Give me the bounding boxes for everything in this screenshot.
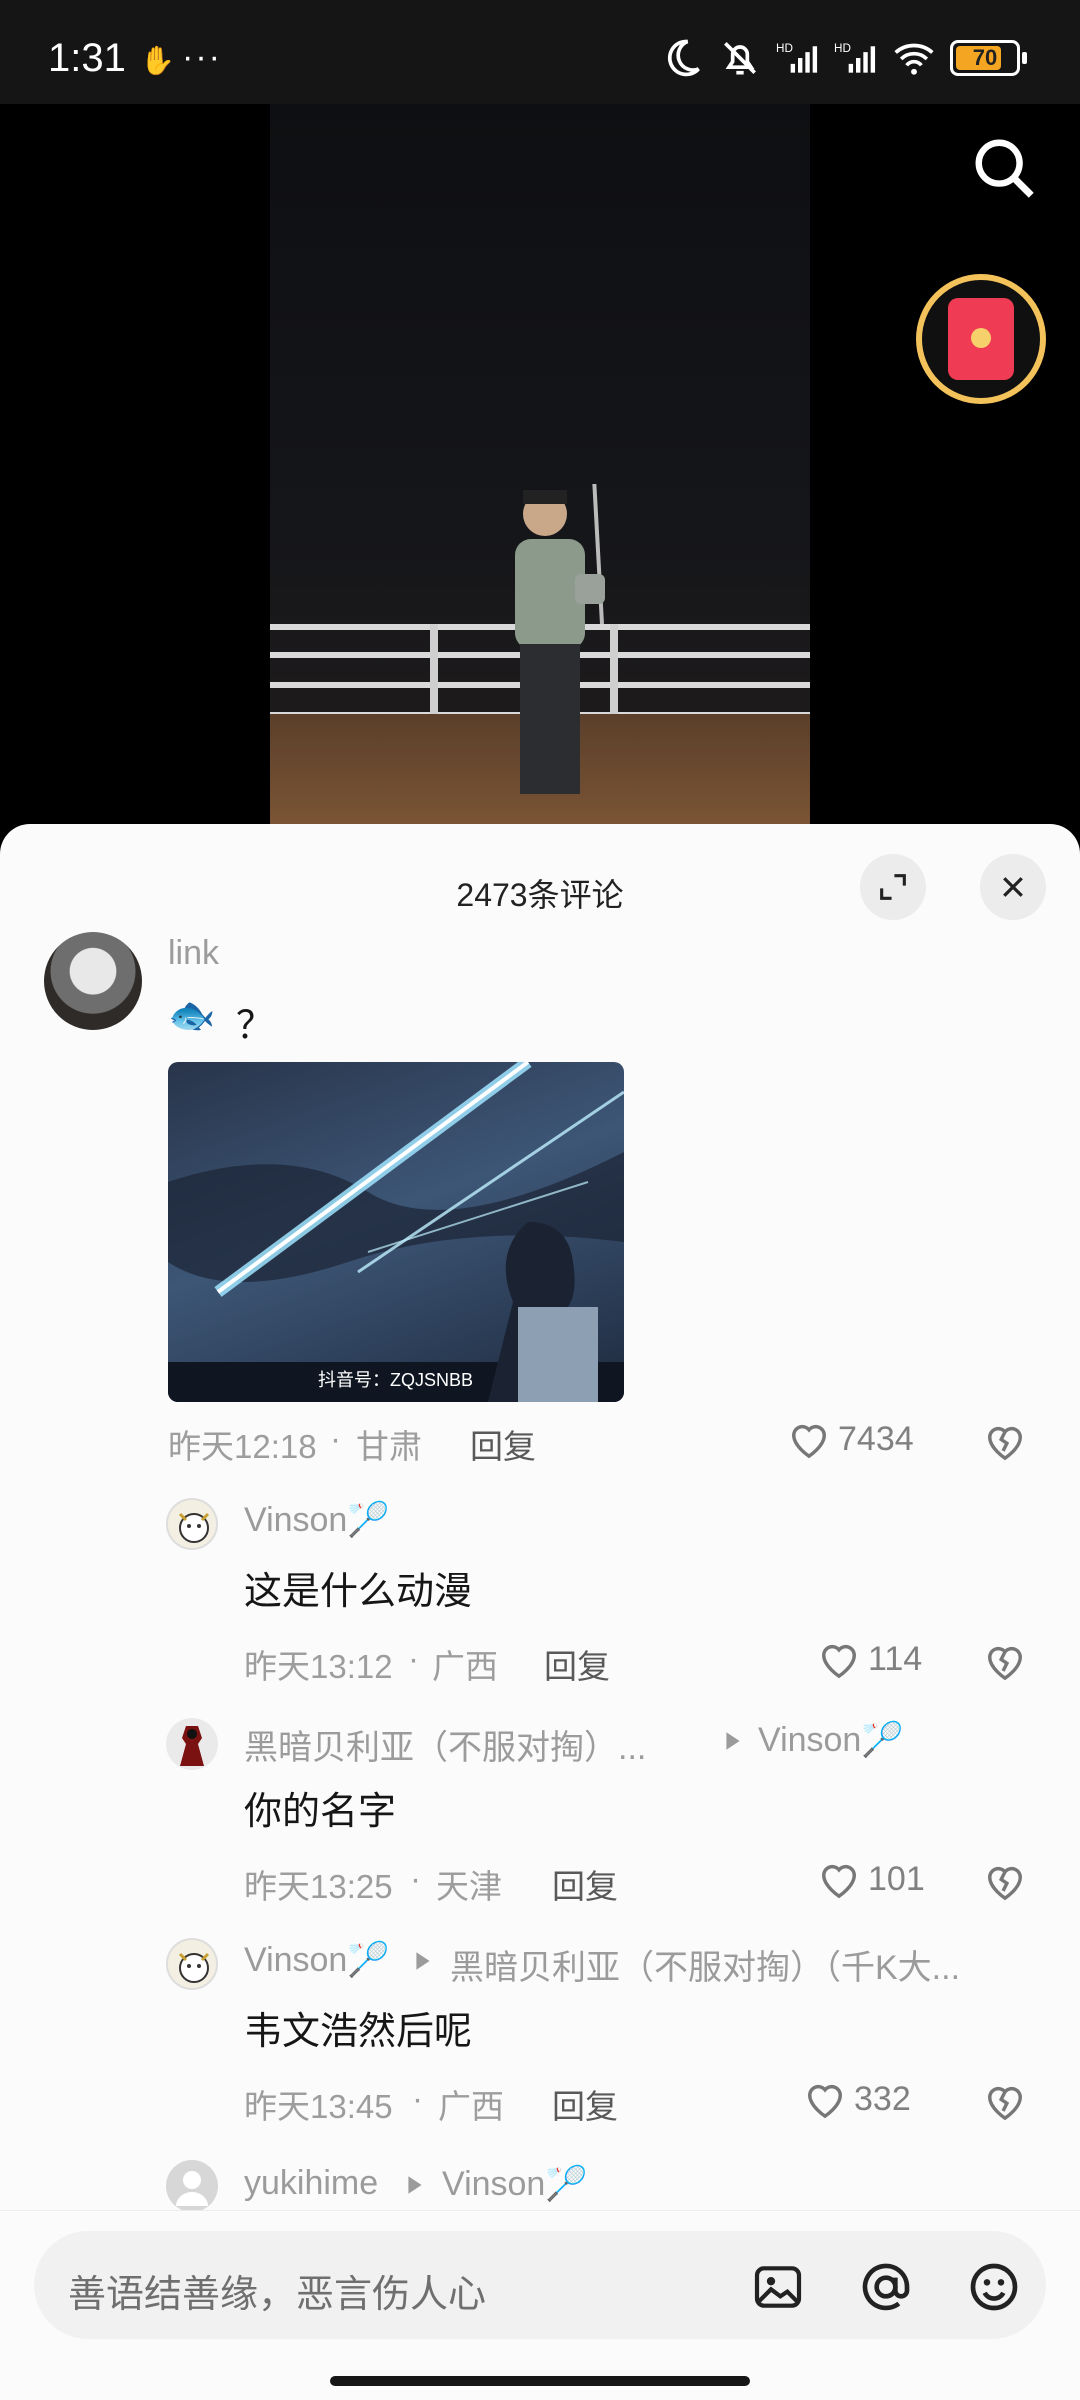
comment-time: 昨天12:18 bbox=[168, 1428, 317, 1465]
more-notifications-icon: ··· bbox=[182, 38, 222, 76]
comment-text: 你的名字 bbox=[244, 1791, 397, 1833]
meta-separator: · bbox=[410, 1860, 421, 1897]
heart-icon bbox=[822, 1864, 856, 1899]
anime-scene bbox=[168, 1062, 624, 1402]
heart-icon bbox=[822, 1644, 856, 1679]
like-button[interactable]: 114 bbox=[816, 1638, 922, 1680]
signal-hd-icon: HD bbox=[776, 42, 818, 73]
meta-separator: · bbox=[408, 1640, 419, 1677]
moon-icon bbox=[667, 39, 700, 77]
character-avatar bbox=[180, 1726, 204, 1766]
comments-sheet: 2473条评论 link 🐟 ？ 抖音号：ZQJSNBB 昨天12:18 · 甘… bbox=[0, 824, 1080, 2400]
video-player[interactable] bbox=[0, 104, 1080, 824]
home-indicator[interactable] bbox=[330, 2376, 750, 2386]
comment-text: 这是什么动漫 bbox=[244, 1571, 473, 1613]
svg-text:HD: HD bbox=[776, 42, 793, 55]
comment-location: 甘肃 bbox=[356, 1428, 422, 1465]
cartoon-avatar bbox=[178, 1952, 210, 1983]
like-button[interactable]: 332 bbox=[802, 2078, 911, 2120]
like-count: 101 bbox=[868, 1859, 925, 1898]
status-icons: HD HD 70 bbox=[660, 36, 1027, 80]
hand-icon: ✋ bbox=[140, 45, 175, 76]
broken-heart-icon[interactable] bbox=[982, 1860, 1028, 1902]
like-count: 114 bbox=[868, 1639, 923, 1678]
comment-username[interactable]: link bbox=[168, 934, 219, 973]
like-button[interactable]: 101 bbox=[816, 1858, 925, 1900]
reply-button[interactable]: 回复 bbox=[544, 1640, 610, 1688]
comment-input-bar: 善语结善缘，恶言伤人心 bbox=[0, 2210, 1080, 2400]
wifi-icon bbox=[894, 43, 934, 75]
like-button[interactable]: 7434 bbox=[786, 1418, 914, 1460]
comment-time: 昨天13:45 bbox=[244, 2088, 393, 2125]
bell-off-icon bbox=[724, 42, 756, 75]
image-icon[interactable] bbox=[750, 2259, 806, 2315]
reply-arrow-icon bbox=[726, 1732, 740, 1750]
comment-username[interactable]: Vinson🏸 bbox=[244, 1500, 390, 1540]
video-frame[interactable] bbox=[270, 104, 810, 824]
red-envelope-button[interactable] bbox=[916, 274, 1046, 404]
avatar[interactable] bbox=[166, 2160, 218, 2210]
comment-text: ？ bbox=[236, 1005, 275, 1047]
status-bar: 1:31 ✋ ··· HD HD 70 bbox=[0, 0, 1080, 104]
at-icon[interactable] bbox=[858, 2259, 914, 2315]
reply-to-username[interactable]: Vinson🏸 bbox=[442, 2164, 588, 2204]
comment-input[interactable]: 善语结善缘，恶言伤人心 bbox=[34, 2231, 1046, 2339]
meta-separator: · bbox=[330, 1420, 341, 1457]
signal-hd-icon: HD bbox=[834, 42, 876, 73]
search-icon[interactable] bbox=[970, 134, 1040, 204]
expand-icon bbox=[880, 874, 906, 900]
comment-input-placeholder: 善语结善缘，恶言伤人心 bbox=[68, 2274, 487, 2316]
comment-location: 广西 bbox=[432, 1648, 498, 1685]
reply-to-username[interactable]: Vinson🏸 bbox=[758, 1720, 904, 1760]
like-count: 332 bbox=[854, 2079, 911, 2118]
like-count: 7434 bbox=[838, 1419, 914, 1458]
cartoon-avatar bbox=[178, 1512, 210, 1543]
avatar[interactable] bbox=[166, 1718, 218, 1770]
status-time: 1:31 bbox=[48, 36, 126, 80]
fish-emoji: 🐟 bbox=[168, 995, 216, 1037]
broken-heart-icon[interactable] bbox=[982, 1640, 1028, 1682]
reply-button[interactable]: 回复 bbox=[470, 1420, 536, 1468]
comment-username[interactable]: 黑暗贝利亚（不服对掏）... bbox=[244, 1720, 646, 1769]
comment-username[interactable]: yukihime bbox=[244, 2164, 378, 2203]
comment-location: 广西 bbox=[438, 2088, 504, 2125]
broken-heart-icon[interactable] bbox=[982, 2080, 1028, 2122]
default-avatar-icon bbox=[176, 2171, 208, 2206]
close-button[interactable] bbox=[980, 854, 1046, 920]
reply-button[interactable]: 回复 bbox=[552, 1860, 618, 1908]
comment-location: 天津 bbox=[436, 1868, 502, 1905]
reply-button[interactable]: 回复 bbox=[552, 2080, 618, 2128]
reply-to-username[interactable]: 黑暗贝利亚（不服对掏）（千K大... bbox=[450, 1940, 960, 1989]
comment-time: 昨天13:12 bbox=[244, 1648, 393, 1685]
close-icon bbox=[1003, 877, 1023, 897]
battery-level: 70 bbox=[972, 45, 998, 70]
red-envelope-icon bbox=[948, 298, 1014, 380]
battery-icon: 70 bbox=[950, 40, 1027, 76]
meta-separator: · bbox=[412, 2080, 423, 2117]
comment-username[interactable]: Vinson🏸 bbox=[244, 1940, 390, 1980]
comment-time: 昨天13:25 bbox=[244, 1868, 393, 1905]
avatar[interactable] bbox=[166, 1938, 218, 1990]
person-fishing bbox=[515, 484, 605, 794]
svg-text:HD: HD bbox=[834, 42, 851, 55]
broken-heart-icon[interactable] bbox=[982, 1420, 1028, 1462]
avatar[interactable] bbox=[44, 932, 142, 1030]
comment-image[interactable]: 抖音号：ZQJSNBB bbox=[168, 1062, 624, 1402]
reply-arrow-icon bbox=[416, 1952, 430, 1970]
avatar[interactable] bbox=[166, 1498, 218, 1550]
reply-arrow-icon bbox=[408, 2176, 422, 2194]
image-watermark: 抖音号：ZQJSNBB bbox=[318, 1370, 474, 1390]
emoji-icon[interactable] bbox=[966, 2259, 1022, 2315]
heart-icon bbox=[808, 2084, 842, 2119]
expand-button[interactable] bbox=[860, 854, 926, 920]
comment-text: 韦文浩然后呢 bbox=[244, 2011, 473, 2053]
heart-icon bbox=[792, 1424, 826, 1459]
comments-list[interactable]: link 🐟 ？ 抖音号：ZQJSNBB 昨天12:18 · 甘肃 回复 743… bbox=[0, 924, 1080, 2210]
